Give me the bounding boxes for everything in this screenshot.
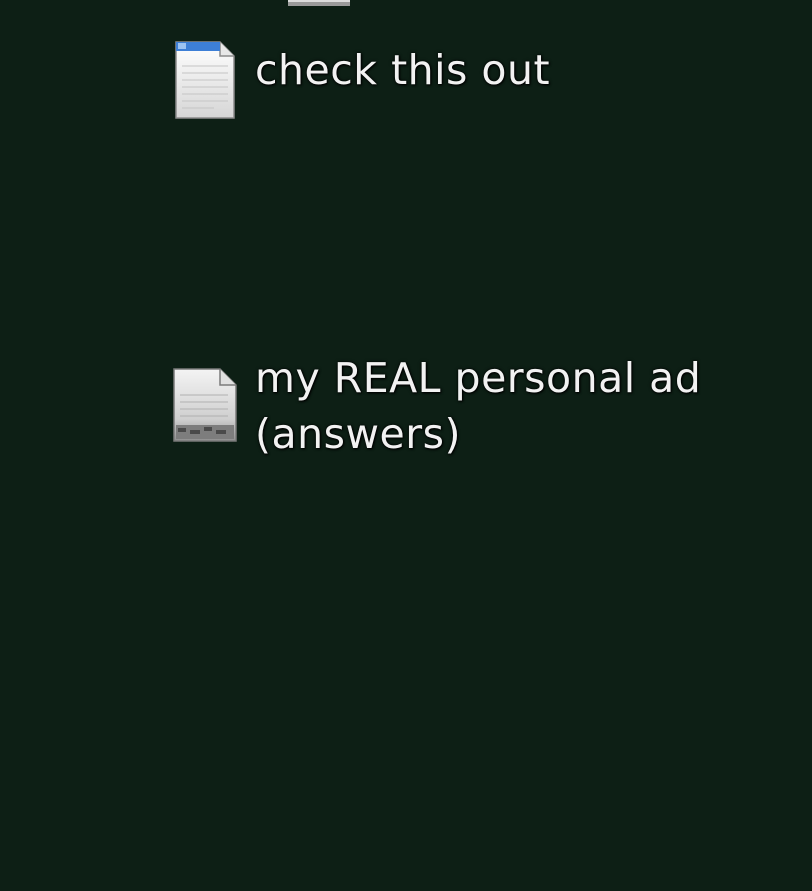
plain-document-icon[interactable] <box>170 365 240 445</box>
file-name-label: check this out <box>255 46 551 94</box>
file-name-line-2: (answers) <box>255 410 461 458</box>
document-icon[interactable] <box>288 0 350 6</box>
file-name-label: my REAL personal ad (answers) <box>255 350 701 462</box>
file-name-line-1: my REAL personal ad <box>255 354 702 402</box>
desktop[interactable]: check this out my REAL personal ad (answ… <box>0 0 812 891</box>
text-document-icon[interactable] <box>174 40 236 120</box>
